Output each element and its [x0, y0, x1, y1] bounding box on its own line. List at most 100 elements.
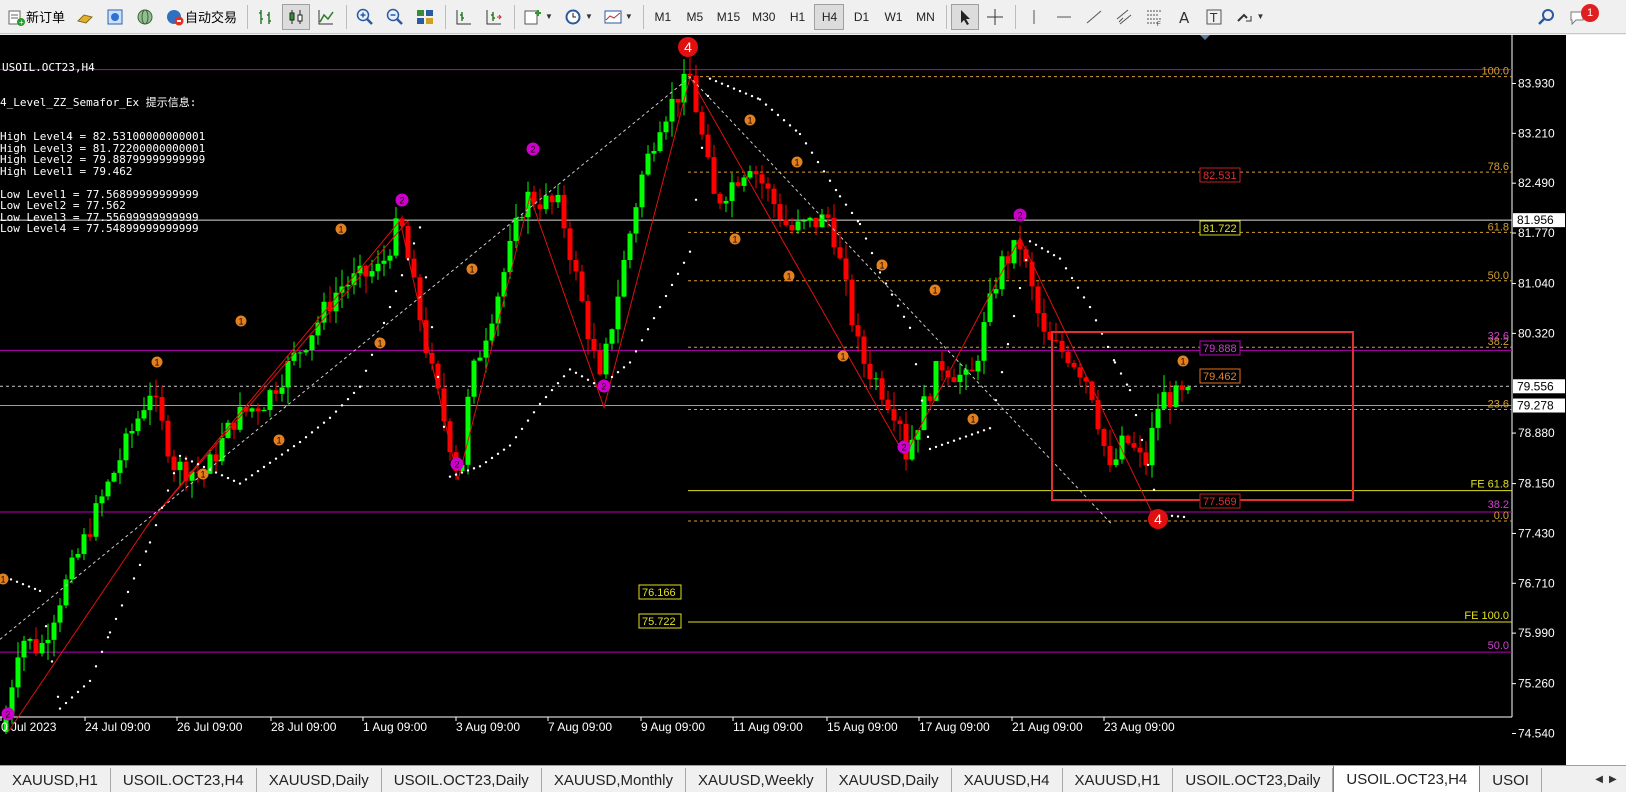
chart-tab[interactable]: XAUUSD,H1 [1063, 768, 1174, 792]
gold-bars-button[interactable] [71, 4, 99, 30]
cursor-button[interactable] [951, 3, 980, 30]
bull-candle [267, 390, 273, 410]
bear-candle [153, 395, 159, 398]
sar-dot [232, 479, 236, 483]
sar-dot [114, 617, 118, 621]
line-chart-button[interactable] [312, 4, 340, 30]
navigator-button[interactable] [131, 4, 159, 30]
templates-button[interactable]: ▼ [599, 4, 637, 30]
chart-tab[interactable]: XAUUSD,Weekly [686, 768, 827, 792]
sar-dot [1040, 247, 1044, 250]
sar-dot [940, 443, 944, 447]
sar-dot [1152, 488, 1156, 492]
chart-tab[interactable]: USOI [1480, 768, 1542, 792]
fib-level-label: 100.0 [1481, 66, 1509, 78]
bear-candle [831, 217, 837, 248]
sar-dot [322, 421, 326, 424]
timeframe-h4-button[interactable]: H4 [814, 3, 845, 30]
chart-tab[interactable]: USOIL.OCT23,Daily [1173, 768, 1334, 792]
sar-dot [958, 437, 962, 440]
sar-dot [788, 124, 792, 127]
chart-tab[interactable]: USOIL.OCT23,H4 [1333, 766, 1481, 792]
timeframe-w1-button[interactable]: W1 [878, 4, 908, 30]
search-button[interactable] [1532, 4, 1560, 30]
time-axis-label: 3 Aug 09:00 [456, 720, 520, 734]
text-label-button[interactable]: T [1200, 4, 1228, 30]
price-axis-highlight-label: 81.956 [1517, 213, 1554, 227]
sar-dot [190, 460, 194, 463]
chart-tab[interactable]: XAUUSD,H1 [0, 768, 111, 792]
arrows-button[interactable]: ▼ [1230, 4, 1268, 30]
toolbar-separator [247, 4, 249, 29]
candlestick-button[interactable] [282, 3, 311, 30]
bear-candle [573, 259, 579, 272]
fib-level-label: 78.6 [1488, 161, 1509, 173]
crosshair-button[interactable] [981, 4, 1009, 30]
trendline-button[interactable] [1080, 4, 1108, 30]
time-axis-label: 21 Aug 09:00 [1012, 720, 1083, 734]
cursor-icon [955, 7, 975, 27]
chart-tab[interactable]: USOIL.OCT23,H4 [111, 768, 257, 792]
chart-tab[interactable]: XAUUSD,Daily [257, 768, 382, 792]
timeframe-m30-button[interactable]: M30 [747, 4, 780, 30]
auto-trading-button[interactable]: 自动交易 [161, 4, 241, 30]
fibonacci-button[interactable]: F [1140, 4, 1168, 30]
sar-dot [1094, 319, 1098, 322]
bull-candle [513, 217, 519, 241]
sar-dot [700, 146, 704, 150]
bull-candle [123, 433, 129, 461]
chart-tab[interactable]: XAUUSD,Monthly [542, 768, 687, 792]
bear-candle [1131, 443, 1137, 448]
tile-windows-button[interactable] [411, 4, 439, 30]
new-order-button[interactable]: + 新订单 [2, 4, 69, 30]
vertical-line-button[interactable] [1020, 4, 1048, 30]
chart-tab[interactable]: XAUUSD,H4 [952, 768, 1063, 792]
bull-candle [645, 153, 651, 175]
zoom-out-button[interactable] [381, 4, 409, 30]
sar-dot [628, 361, 632, 364]
equidistant-channel-button[interactable] [1110, 4, 1138, 30]
sar-dot [262, 465, 266, 469]
timeframe-mn-button[interactable]: MN [910, 4, 940, 30]
bear-candle [969, 369, 975, 372]
sar-dot [352, 391, 356, 395]
chart-area[interactable]: 100.0 78.6 61.8 50.0 38.2 23.6 0.0 FE 61.8 FE 10… [0, 35, 1566, 765]
bull-candle [387, 255, 393, 261]
time-axis-label: 17 Aug 09:00 [919, 720, 990, 734]
timeframe-m15-button[interactable]: M15 [712, 4, 745, 30]
sar-dot [926, 435, 930, 439]
timeframe-d1-button[interactable]: D1 [846, 4, 876, 30]
tab-scroll-left-icon[interactable]: ◀ [1595, 774, 1603, 785]
notifications-button[interactable]: 1 [1564, 3, 1599, 30]
market-watch-button[interactable] [101, 4, 129, 30]
chart-tabs: XAUUSD,H1 USOIL.OCT23,H4 XAUUSD,Daily USOIL… [0, 765, 1626, 792]
semafor-marker-label: 4 [1154, 511, 1162, 527]
fib-level-label: 0.0 [1494, 510, 1509, 522]
tab-scroll-right-icon[interactable]: ▶ [1609, 774, 1617, 785]
chart-shift-button[interactable] [450, 4, 478, 30]
timeframe-m5-button[interactable]: M5 [680, 4, 710, 30]
timeframe-m1-button[interactable]: M1 [648, 4, 678, 30]
sar-dot [816, 160, 820, 164]
auto-scroll-button[interactable] [480, 4, 508, 30]
bar-chart-button[interactable] [252, 4, 280, 30]
zoom-in-button[interactable] [351, 4, 379, 30]
text-button[interactable]: A [1170, 4, 1198, 30]
sar-dot [844, 203, 848, 206]
svg-text:A: A [1179, 9, 1190, 27]
sar-dot [658, 305, 662, 309]
svg-text:F: F [1157, 22, 1161, 27]
sar-dot [908, 326, 912, 330]
bull-candle [69, 557, 75, 580]
indicators-button[interactable]: ▼ [519, 4, 557, 30]
chart-tab[interactable]: XAUUSD,Daily [827, 768, 952, 792]
sar-dot [400, 274, 404, 277]
chart-tab[interactable]: USOIL.OCT23,Daily [382, 768, 542, 792]
periods-button[interactable]: ▼ [559, 4, 597, 30]
horizontal-line-button[interactable] [1050, 4, 1078, 30]
bear-candle [735, 182, 741, 186]
sar-dot [750, 94, 754, 98]
bull-candle [285, 360, 291, 388]
timeframe-h1-button[interactable]: H1 [782, 4, 812, 30]
bull-candle [177, 461, 183, 471]
